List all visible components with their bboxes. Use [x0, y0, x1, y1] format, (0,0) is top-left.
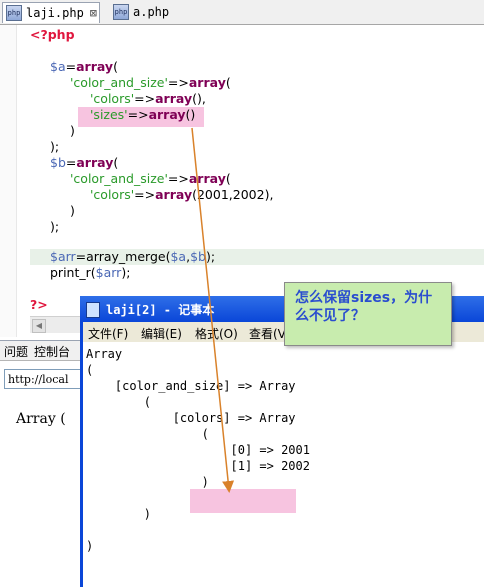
- callout-text: 怎么保留sizes，为什么不见了？: [295, 290, 433, 324]
- question-callout: 怎么保留sizes，为什么不见了？: [284, 282, 452, 346]
- arrow-line: [191, 127, 235, 493]
